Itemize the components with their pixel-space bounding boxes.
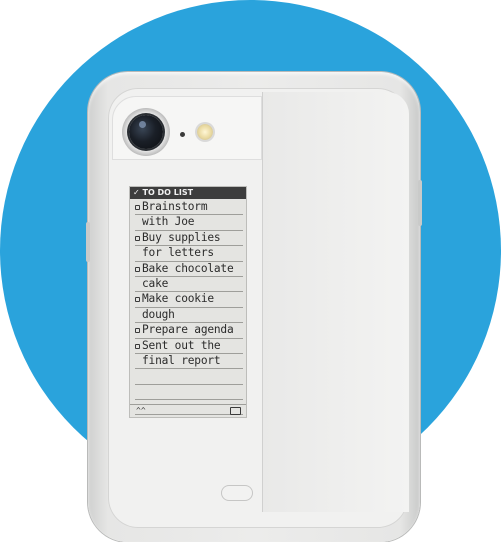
- list-item[interactable]: dough: [135, 307, 243, 324]
- list-item[interactable]: final report: [135, 353, 243, 370]
- side-button: [418, 180, 422, 226]
- list-item[interactable]: cake: [135, 276, 243, 293]
- list-item-text: final report: [142, 353, 221, 367]
- lens-glint: [139, 121, 146, 128]
- list-item-text: for letters: [142, 246, 214, 260]
- list-item[interactable]: [135, 369, 243, 385]
- case-right-panel: [262, 92, 409, 512]
- list-item[interactable]: [135, 385, 243, 401]
- todo-list: Brainstorm with Joe Buy supplies for letter…: [135, 200, 243, 416]
- list-item-text: Sent out the: [142, 338, 221, 352]
- battery-icon: [230, 407, 241, 415]
- list-item-text: Bake chocolate: [142, 261, 234, 275]
- checkbox-icon[interactable]: [135, 297, 140, 303]
- todo-title: TO DO LIST: [142, 188, 194, 197]
- list-item[interactable]: Buy supplies: [135, 230, 243, 247]
- list-item-text: cake: [142, 276, 169, 290]
- list-item-text: with Joe: [142, 215, 195, 229]
- list-item[interactable]: Brainstorm: [135, 200, 243, 216]
- checkbox-icon[interactable]: [135, 328, 140, 334]
- list-item-text: Brainstorm: [142, 200, 208, 213]
- list-item-text: dough: [142, 307, 175, 321]
- list-item[interactable]: Sent out the: [135, 339, 243, 354]
- checkbox-icon[interactable]: [135, 343, 140, 349]
- list-item-text: Prepare agenda: [142, 323, 234, 337]
- screen-footer: ^^: [130, 404, 246, 417]
- list-item[interactable]: Make cookie: [135, 292, 243, 308]
- checkbox-icon[interactable]: [135, 266, 140, 272]
- checkbox-icon[interactable]: [135, 235, 140, 241]
- camera-lens-icon: [129, 115, 163, 149]
- list-item[interactable]: for letters: [135, 246, 243, 262]
- checkbox-icon[interactable]: [135, 205, 140, 210]
- todo-header: ✓ TO DO LIST: [130, 187, 246, 199]
- list-item[interactable]: with Joe: [135, 215, 243, 231]
- list-item-text: Make cookie: [142, 292, 214, 306]
- side-button: [86, 222, 90, 262]
- microphone-icon: [180, 132, 185, 137]
- list-item[interactable]: Bake chocolate: [135, 262, 243, 277]
- list-item-text: Buy supplies: [142, 230, 221, 244]
- case-bottom-button[interactable]: [222, 486, 252, 500]
- flash-icon: [197, 124, 213, 140]
- chevron-up-down-icon[interactable]: ^^: [136, 405, 146, 416]
- eink-screen[interactable]: ✓ TO DO LIST Brainstorm with Joe Buy suppl…: [129, 186, 247, 418]
- list-item[interactable]: Prepare agenda: [135, 323, 243, 339]
- checkmark-icon: ✓: [133, 188, 140, 197]
